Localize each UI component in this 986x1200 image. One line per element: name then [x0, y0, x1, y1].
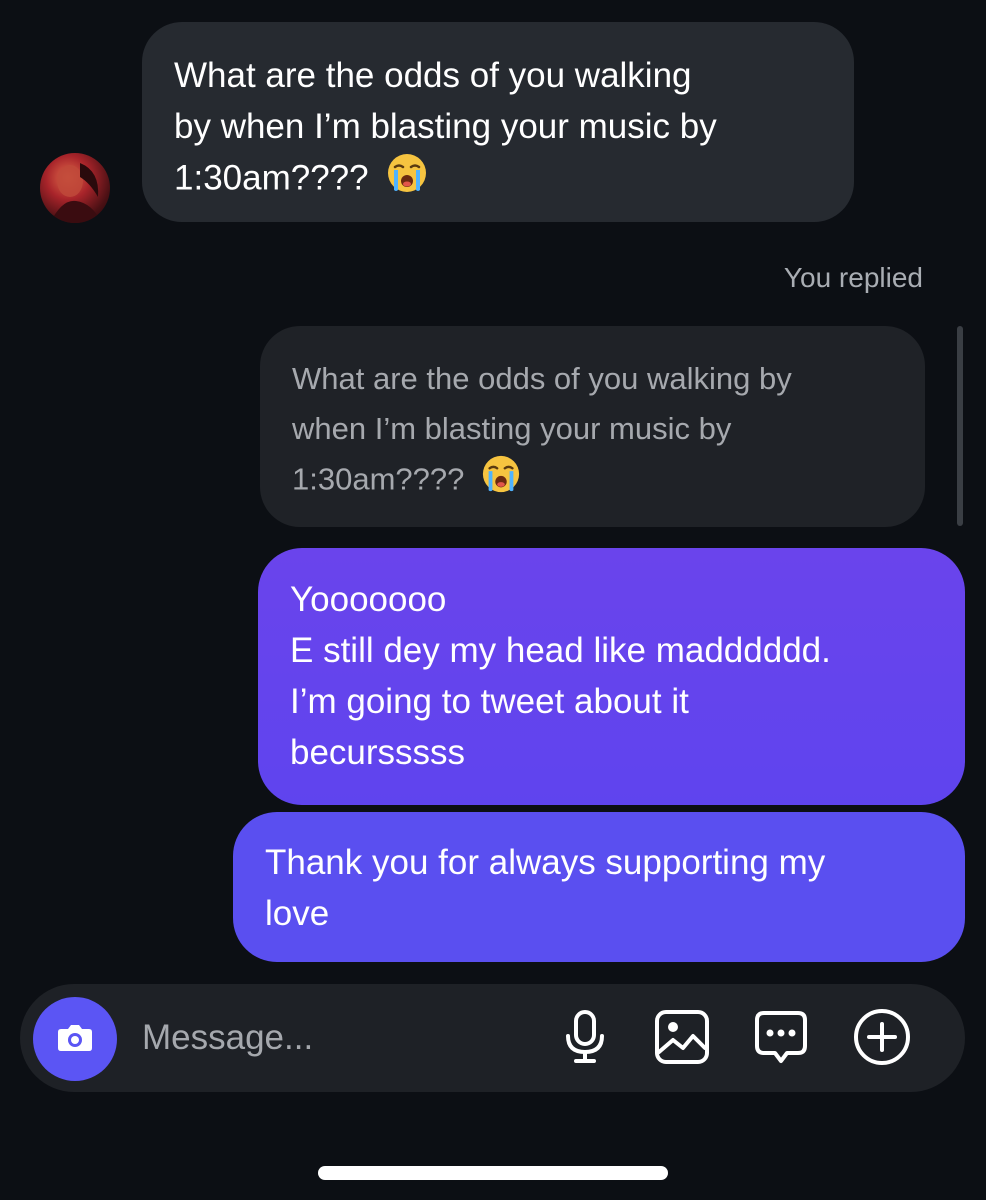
camera-icon — [53, 1015, 97, 1064]
quoted-text-line: What are the odds of you walking by — [292, 361, 792, 396]
microphone-icon — [559, 1008, 611, 1071]
message-composer — [20, 984, 965, 1092]
outgoing-message-bubble[interactable]: Yooooooo E still dey my head like madddd… — [258, 548, 965, 805]
message-text-line: love — [265, 894, 330, 933]
contact-avatar[interactable] — [40, 153, 110, 223]
message-text-line: I’m going to tweet about it — [290, 682, 689, 721]
quoted-text-line: when I’m blasting your music by — [292, 411, 732, 446]
loudly-crying-face-icon — [481, 454, 521, 509]
sticker-icon — [752, 1008, 810, 1071]
plus-icon — [852, 1007, 912, 1072]
message-text-line: 1:30am???? — [174, 158, 369, 198]
scrollbar[interactable] — [957, 326, 963, 526]
camera-button[interactable] — [33, 997, 117, 1081]
add-button[interactable] — [853, 1008, 911, 1068]
gallery-icon — [653, 1008, 711, 1071]
message-text-line: by when I’m blasting your music by — [174, 107, 717, 146]
message-text-line: Yooooooo — [290, 580, 447, 619]
avatar-image — [50, 163, 102, 223]
home-indicator[interactable] — [318, 1166, 668, 1180]
sticker-button[interactable] — [752, 1010, 810, 1068]
incoming-message-bubble[interactable]: What are the odds of you walking by when… — [142, 22, 854, 222]
microphone-button[interactable] — [556, 1008, 614, 1071]
message-text-line: Thank you for always supporting my — [265, 843, 826, 882]
message-text-line: E still dey my head like madddddd. — [290, 631, 831, 670]
gallery-button[interactable] — [653, 1008, 711, 1071]
loudly-crying-face-icon — [386, 152, 428, 208]
you-replied-label: You replied — [783, 262, 923, 293]
message-input[interactable] — [142, 1014, 522, 1062]
quoted-reply-bubble[interactable]: What are the odds of you walking by when… — [260, 326, 925, 527]
message-text-line: becursssss — [290, 733, 466, 772]
outgoing-message-bubble[interactable]: Thank you for always supporting my love — [233, 812, 965, 962]
quoted-text-line: 1:30am???? — [292, 461, 465, 497]
message-text-line: What are the odds of you walking — [174, 56, 692, 95]
